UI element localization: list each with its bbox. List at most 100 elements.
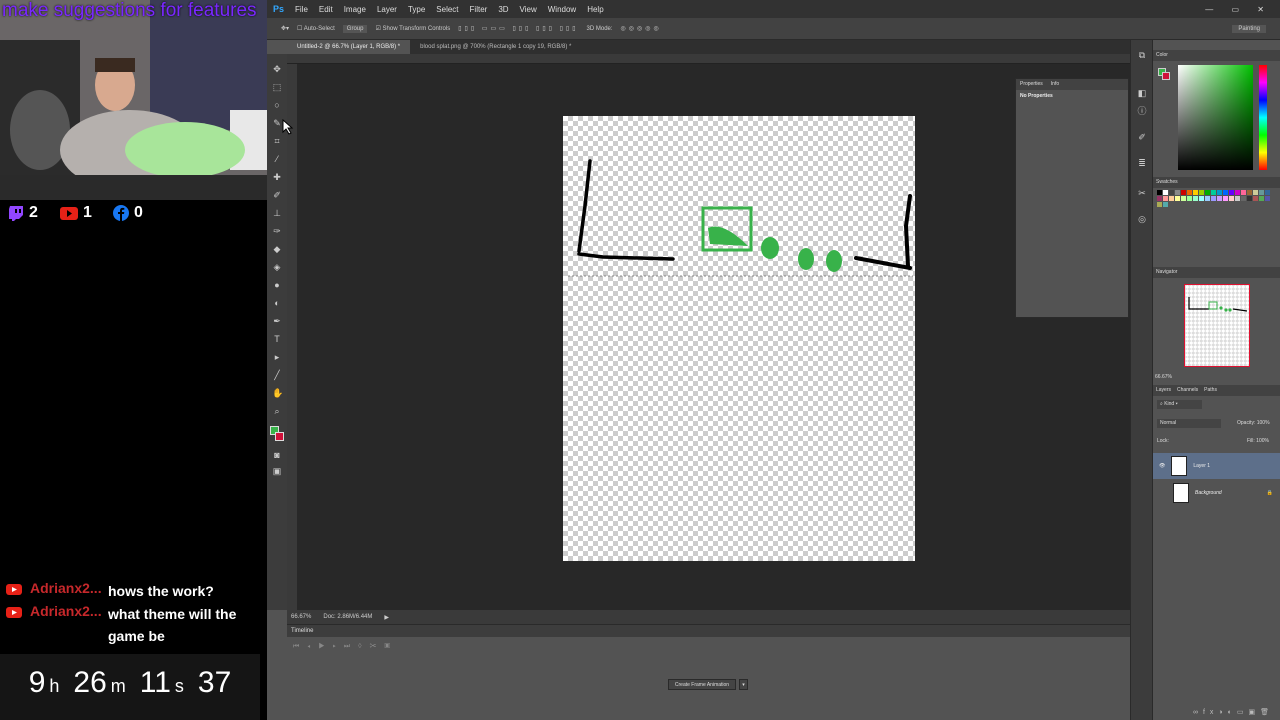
healing-icon[interactable]: ✚ <box>272 172 282 182</box>
eyedropper-icon[interactable]: ⁄ <box>272 154 282 164</box>
zoom-tool-icon[interactable]: ⌕ <box>272 406 282 416</box>
character-icon[interactable]: ≣ <box>1137 158 1147 168</box>
swatch[interactable] <box>1175 190 1180 195</box>
menu-layer[interactable]: Layer <box>377 5 397 14</box>
hand-tool-icon[interactable]: ✋ <box>272 388 283 398</box>
eye-icon[interactable]: 👁 <box>1159 463 1165 469</box>
tab-layers[interactable]: Layers <box>1156 385 1171 396</box>
menu-3d[interactable]: 3D <box>498 5 508 14</box>
swatch[interactable] <box>1265 190 1270 195</box>
type-tool-icon[interactable]: T <box>272 334 282 344</box>
swatches-panel-header[interactable]: Swatches <box>1153 177 1280 188</box>
navigator-thumbnail[interactable] <box>1184 284 1250 367</box>
swatch[interactable] <box>1163 196 1168 201</box>
swatch[interactable] <box>1193 190 1198 195</box>
tab-blood-splat[interactable]: blood splat.png @ 700% (Rectangle 1 copy… <box>410 40 581 54</box>
fill-value[interactable]: 100% <box>1256 438 1269 444</box>
swatch[interactable] <box>1217 196 1222 201</box>
menu-filter[interactable]: Filter <box>470 5 488 14</box>
menu-window[interactable]: Window <box>548 5 576 14</box>
swatch[interactable] <box>1205 196 1210 201</box>
transform-checkbox[interactable]: ☑ Show Transform Controls <box>375 25 450 32</box>
swatch[interactable] <box>1265 196 1270 201</box>
menu-image[interactable]: Image <box>344 5 366 14</box>
color-panel-header[interactable]: Color <box>1153 50 1280 61</box>
swatch[interactable] <box>1187 196 1192 201</box>
window-controls[interactable]: — ▭ ✕ <box>1205 5 1272 14</box>
adjustments-icon[interactable]: ◧ <box>1137 88 1147 98</box>
history-icon[interactable]: ⧉ <box>1137 50 1147 60</box>
workspace-select[interactable]: Painting <box>1232 24 1266 33</box>
navigator-zoom[interactable]: 66.67% <box>1155 374 1172 380</box>
eraser-tool-icon[interactable]: ◆ <box>272 244 282 254</box>
screen-mode-icon[interactable]: ▣ <box>272 466 282 476</box>
stamp-tool-icon[interactable]: ⊥ <box>272 208 282 218</box>
quick-mask-icon[interactable]: ◙ <box>272 450 282 460</box>
swatches-grid[interactable] <box>1157 190 1275 207</box>
layer-filter-kind[interactable]: ⌕ Kind ▾ <box>1157 400 1202 409</box>
tab-properties[interactable]: Properties <box>1020 79 1043 90</box>
marquee-tool-icon[interactable]: ⬚ <box>272 82 282 92</box>
swatch[interactable] <box>1199 196 1204 201</box>
info-icon[interactable]: ⓘ <box>1137 106 1147 116</box>
lasso-tool-icon[interactable]: ○ <box>272 100 282 110</box>
create-frame-animation-button[interactable]: Create Frame Animation <box>668 679 736 690</box>
menu-edit[interactable]: Edit <box>319 5 333 14</box>
tab-info[interactable]: Info <box>1051 79 1059 90</box>
menu-select[interactable]: Select <box>436 5 458 14</box>
tab-paths[interactable]: Paths <box>1204 385 1217 396</box>
line-tool-icon[interactable]: ╱ <box>272 370 282 380</box>
bucket-tool-icon[interactable]: ◈ <box>272 262 282 272</box>
swatch[interactable] <box>1253 196 1258 201</box>
fill-control[interactable]: Fill: 100% <box>1247 438 1269 444</box>
blur-tool-icon[interactable]: ● <box>272 280 282 290</box>
quick-select-icon[interactable]: ✎ <box>272 118 282 128</box>
swatch[interactable] <box>1259 196 1264 201</box>
menu-file[interactable]: File <box>295 5 308 14</box>
hue-slider[interactable] <box>1259 65 1267 170</box>
status-arrow-icon[interactable]: ▶ <box>384 614 389 621</box>
document-area[interactable] <box>282 64 1130 610</box>
layer-name[interactable]: Layer 1 <box>1193 463 1210 469</box>
dodge-tool-icon[interactable]: ◐ <box>272 298 282 308</box>
swatch[interactable] <box>1217 190 1222 195</box>
opacity-control[interactable]: Opacity: 100% <box>1237 420 1270 426</box>
zoom-level[interactable]: 66.67% <box>291 614 311 620</box>
align-icons[interactable]: ▯▯▯ ▭▭▭ ▯▯▯ ▯▯▯ ▯▯▯ <box>458 25 578 32</box>
swatch[interactable] <box>1169 190 1174 195</box>
path-select-icon[interactable]: ▸ <box>272 352 282 362</box>
swatch[interactable] <box>1241 190 1246 195</box>
swatch[interactable] <box>1193 196 1198 201</box>
styles-icon[interactable]: ◎ <box>1137 214 1147 224</box>
tab-channels[interactable]: Channels <box>1177 385 1198 396</box>
crop-tool-icon[interactable]: ⌗ <box>272 136 282 146</box>
swatch[interactable] <box>1157 196 1162 201</box>
swatch[interactable] <box>1157 190 1162 195</box>
navigator-panel-header[interactable]: Navigator <box>1153 267 1280 278</box>
swatch[interactable] <box>1229 196 1234 201</box>
canvas[interactable] <box>563 116 915 561</box>
swatch[interactable] <box>1187 190 1192 195</box>
swatch[interactable] <box>1241 196 1246 201</box>
opacity-value[interactable]: 100% <box>1257 420 1270 426</box>
timeline-controls[interactable]: ⏮◂▶▸⏭◊✂▣ <box>293 643 398 651</box>
color-field[interactable] <box>1178 65 1253 170</box>
background-color-swatch[interactable] <box>275 432 284 441</box>
swatch[interactable] <box>1253 190 1258 195</box>
swatch[interactable] <box>1175 196 1180 201</box>
blend-mode-select[interactable]: Normal <box>1157 419 1221 428</box>
move-tool-icon[interactable]: ✥▾ <box>281 25 289 32</box>
tools-icon[interactable]: ✂ <box>1137 188 1147 198</box>
swatch[interactable] <box>1223 196 1228 201</box>
swatch[interactable] <box>1259 190 1264 195</box>
layers-footer-icons[interactable]: ∞fx◑◐▭▣🗑 <box>1193 708 1274 716</box>
brush-tool-icon[interactable]: ✐ <box>272 190 282 200</box>
background-color-swatch[interactable] <box>1162 72 1170 80</box>
chevron-down-icon[interactable]: ▾ <box>739 679 748 690</box>
swatch[interactable] <box>1235 196 1240 201</box>
history-brush-icon[interactable]: ✑ <box>272 226 282 236</box>
brush-preset-icon[interactable]: ✐ <box>1137 132 1147 142</box>
swatch[interactable] <box>1163 202 1168 207</box>
swatch[interactable] <box>1199 190 1204 195</box>
swatch[interactable] <box>1229 190 1234 195</box>
